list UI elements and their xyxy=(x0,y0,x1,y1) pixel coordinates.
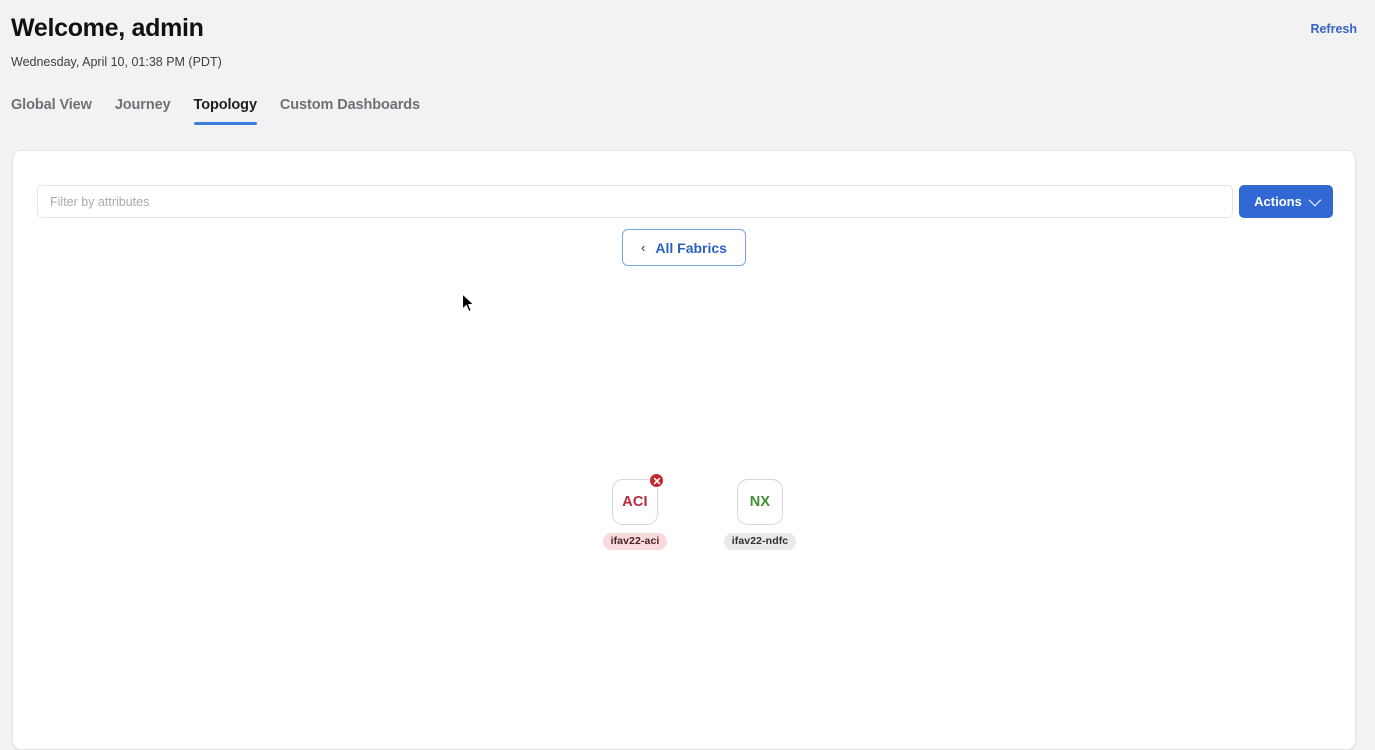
refresh-button[interactable]: Refresh xyxy=(1310,22,1357,36)
tab-global-view[interactable]: Global View xyxy=(11,97,92,125)
chevron-down-icon xyxy=(1308,193,1322,207)
node-icon-nx[interactable]: NX xyxy=(737,479,783,525)
topology-node-aci[interactable]: ACI ifav22-aci xyxy=(583,473,687,550)
actions-button-label: Actions xyxy=(1254,194,1302,209)
node-label-aci: ifav22-aci xyxy=(602,533,668,550)
tabbar: Global View Journey Topology Custom Dash… xyxy=(11,97,420,125)
node-label-ndfc: ifav22-ndfc xyxy=(723,533,797,550)
node-icon-aci[interactable]: ACI xyxy=(612,473,664,525)
tab-custom-dashboards[interactable]: Custom Dashboards xyxy=(280,97,420,125)
toolbar: Actions xyxy=(37,185,1333,220)
topology-canvas[interactable]: ACI ifav22-aci NX ifav22-ndfc xyxy=(13,281,1355,749)
all-fabrics-button[interactable]: ‹ All Fabrics xyxy=(622,229,746,266)
page-title: Welcome, admin xyxy=(11,14,204,42)
topology-node-ndfc[interactable]: NX ifav22-ndfc xyxy=(708,479,812,550)
topology-panel: Actions ‹ All Fabrics ACI ifav22-aci xyxy=(12,150,1356,750)
all-fabrics-label: All Fabrics xyxy=(655,239,727,256)
breadcrumb: ‹ All Fabrics xyxy=(13,229,1355,266)
tab-journey[interactable]: Journey xyxy=(115,97,171,125)
node-abbr: ACI xyxy=(622,494,648,510)
error-x-icon[interactable] xyxy=(649,473,664,488)
chevron-left-icon: ‹ xyxy=(641,239,646,255)
current-datetime: Wednesday, April 10, 01:38 PM (PDT) xyxy=(11,55,222,69)
page-header: Welcome, admin Wednesday, April 10, 01:3… xyxy=(0,0,1375,136)
actions-button[interactable]: Actions xyxy=(1239,185,1333,218)
tab-topology[interactable]: Topology xyxy=(193,97,258,125)
node-abbr: NX xyxy=(749,494,771,510)
filter-input[interactable] xyxy=(37,185,1233,218)
